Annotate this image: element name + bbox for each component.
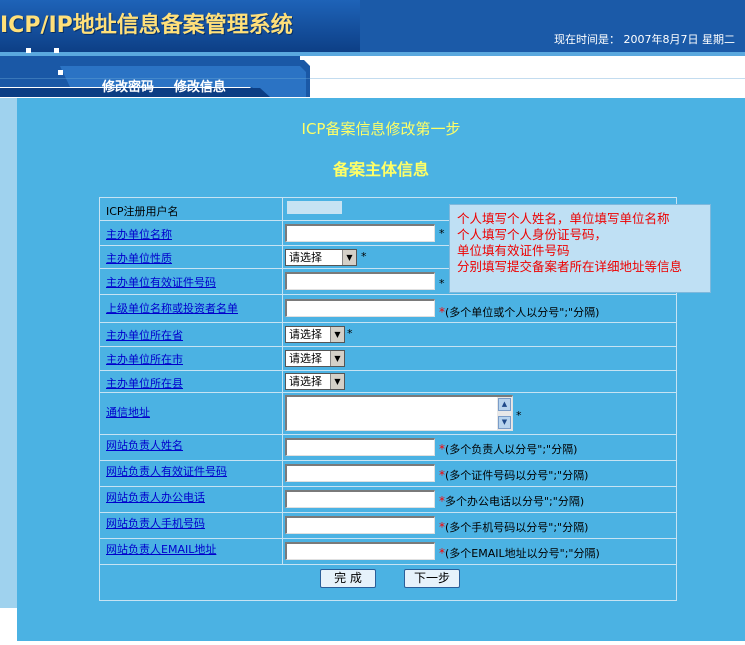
required-mark: * [347, 327, 353, 340]
current-time: 现在时间是： 2007年8月7日 星期二 [554, 33, 735, 46]
form-row-province: 主办单位所在省 请选择 ▼ * [100, 322, 676, 346]
office-phone-input[interactable] [285, 490, 435, 508]
sponsor-id-input[interactable] [285, 272, 435, 290]
label-contact-name[interactable]: 网站负责人姓名 [106, 437, 183, 453]
column-divider [282, 198, 283, 220]
contact-id-input[interactable] [285, 464, 435, 482]
email-hint-text: (多个EMAIL地址以分号";"分隔) [445, 547, 600, 560]
chevron-down-icon[interactable]: ▼ [330, 327, 344, 342]
required-mark: * [361, 250, 367, 263]
column-divider [282, 513, 283, 538]
label-icp-username: ICP注册用户名 [106, 205, 179, 218]
label-office-phone[interactable]: 网站负责人办公电话 [106, 489, 205, 505]
sponsor-type-select[interactable]: 请选择 ▼ [285, 249, 357, 266]
email-input[interactable] [285, 542, 435, 560]
contact-name-hint: *(多个负责人以分号";"分隔) [439, 442, 578, 456]
textarea-scrollbar[interactable]: ▲ ▼ [497, 397, 512, 430]
sponsor-name-input[interactable] [285, 224, 435, 242]
column-divider [282, 539, 283, 564]
column-divider [282, 295, 283, 322]
province-value: 请选择 [289, 328, 322, 341]
label-address[interactable]: 通信地址 [106, 404, 150, 420]
label-email[interactable]: 网站负责人EMAIL地址 [106, 541, 216, 557]
chevron-down-icon[interactable]: ▼ [330, 351, 344, 366]
tooltip-line: 分别填写提交备案者所在详细地址等信息 [457, 259, 683, 274]
contact-name-hint-text: (多个负责人以分号";"分隔) [445, 443, 578, 456]
label-parent-org[interactable]: 上级单位名称或投资者名单 [106, 300, 238, 316]
column-divider [282, 246, 283, 268]
column-divider [282, 323, 283, 346]
nav-change-info[interactable]: 修改信息 [174, 80, 226, 95]
column-divider [282, 487, 283, 512]
contact-id-hint: *(多个证件号码以分号";"分隔) [439, 468, 589, 482]
step-title: ICP备案信息修改第一步 [301, 120, 461, 138]
scroll-up-icon[interactable]: ▲ [498, 398, 511, 411]
column-divider [282, 347, 283, 370]
parent-org-hint: *(多个单位或个人以分号";"分隔) [439, 305, 600, 319]
office-phone-hint-text: 多个办公电话以分号";"分隔) [445, 495, 585, 508]
form-row-county: 主办单位所在县 请选择 ▼ [100, 370, 676, 392]
tooltip-line: 单位填有效证件号码 [457, 243, 570, 258]
column-divider [282, 371, 283, 392]
mobile-input[interactable] [285, 516, 435, 534]
form-row-mobile: 网站负责人手机号码 *(多个手机号码以分号";"分隔) [100, 512, 676, 538]
form-row-office-phone: 网站负责人办公电话 *多个办公电话以分号";"分隔) [100, 486, 676, 512]
label-province[interactable]: 主办单位所在省 [106, 327, 183, 343]
column-divider [282, 269, 283, 294]
tooltip-line: 个人填写个人姓名，单位填写单位名称 [457, 211, 670, 226]
next-step-button[interactable]: 下一步 [404, 569, 460, 588]
form-row-city: 主办单位所在市 请选择 ▼ [100, 346, 676, 370]
form-row-email: 网站负责人EMAIL地址 *(多个EMAIL地址以分号";"分隔) [100, 538, 676, 564]
label-city[interactable]: 主办单位所在市 [106, 351, 183, 367]
column-divider [282, 461, 283, 486]
column-divider [282, 221, 283, 245]
section-title: 备案主体信息 [332, 160, 429, 179]
county-select[interactable]: 请选择 ▼ [285, 373, 345, 390]
label-mobile[interactable]: 网站负责人手机号码 [106, 515, 205, 531]
form-row-address: 通信地址 ▲ ▼ * [100, 392, 676, 434]
city-value: 请选择 [289, 352, 322, 365]
mobile-hint: *(多个手机号码以分号";"分隔) [439, 520, 589, 534]
county-value: 请选择 [289, 375, 322, 388]
province-select[interactable]: 请选择 ▼ [285, 326, 345, 343]
mobile-hint-text: (多个手机号码以分号";"分隔) [445, 521, 589, 534]
form-row-contact-name: 网站负责人姓名 *(多个负责人以分号";"分隔) [100, 434, 676, 460]
column-divider [282, 393, 283, 434]
scroll-down-icon[interactable]: ▼ [498, 416, 511, 429]
form-row-contact-id: 网站负责人有效证件号码 *(多个证件号码以分号";"分隔) [100, 460, 676, 486]
city-select[interactable]: 请选择 ▼ [285, 350, 345, 367]
header-banner: ICP/IP地址信息备案管理系统 现在时间是： 2007年8月7日 星期二 修改… [0, 0, 745, 97]
chevron-down-icon[interactable]: ▼ [330, 374, 344, 389]
label-sponsor-name[interactable]: 主办单位名称 [106, 226, 172, 242]
required-mark: * [516, 409, 522, 422]
contact-id-hint-text: (多个证件号码以分号";"分隔) [445, 469, 589, 482]
form-actions: 完 成 下一步 [100, 564, 676, 600]
finish-button[interactable]: 完 成 [320, 569, 376, 588]
required-mark: * [439, 227, 445, 240]
label-sponsor-type[interactable]: 主办单位性质 [106, 250, 172, 266]
contact-name-input[interactable] [285, 438, 435, 456]
help-tooltip: 个人填写个人姓名，单位填写单位名称 个人填写个人身份证号码， 单位填有效证件号码… [449, 204, 711, 293]
column-divider [282, 435, 283, 460]
parent-org-input[interactable] [285, 299, 435, 317]
system-title: ICP/IP地址信息备案管理系统 [0, 13, 293, 38]
address-textarea[interactable]: ▲ ▼ [285, 395, 513, 431]
office-phone-hint: *多个办公电话以分号";"分隔) [439, 494, 585, 508]
required-mark: * [439, 277, 445, 290]
label-contact-id[interactable]: 网站负责人有效证件号码 [106, 463, 227, 479]
form-row-parent-org: 上级单位名称或投资者名单 *(多个单位或个人以分号";"分隔) [100, 294, 676, 322]
email-hint: *(多个EMAIL地址以分号";"分隔) [439, 546, 600, 560]
top-nav: 修改密码 修改信息 [102, 76, 242, 95]
label-sponsor-id[interactable]: 主办单位有效证件号码 [106, 274, 216, 290]
side-strip [0, 98, 17, 608]
username-value [287, 201, 342, 214]
chevron-down-icon[interactable]: ▼ [342, 250, 356, 265]
parent-org-hint-text: (多个单位或个人以分号";"分隔) [445, 306, 600, 319]
tooltip-line: 个人填写个人身份证号码， [457, 227, 608, 242]
label-county[interactable]: 主办单位所在县 [106, 375, 183, 391]
sponsor-type-value: 请选择 [289, 251, 322, 264]
nav-change-password[interactable]: 修改密码 [102, 80, 154, 95]
